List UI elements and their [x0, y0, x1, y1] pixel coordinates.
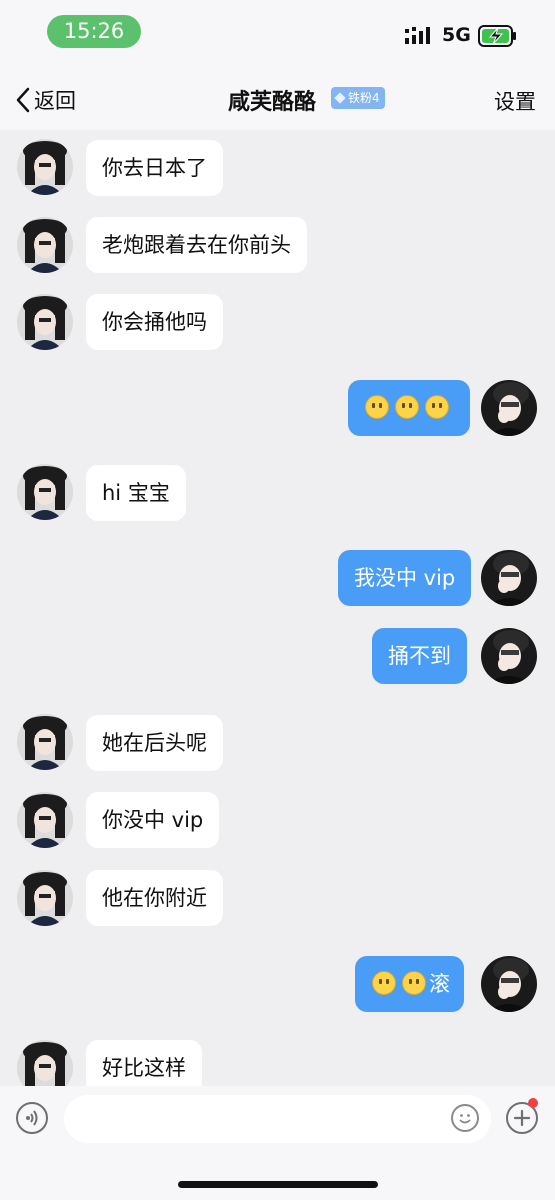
home-indicator[interactable]	[178, 1181, 378, 1188]
chat-title: 咸芙酪酪	[228, 90, 317, 115]
contact-avatar[interactable]	[17, 870, 73, 926]
chevron-left-icon	[16, 87, 30, 113]
chat-screen: 15:26 5G 返回 咸芙酪酪 铁粉4 设置 你去日本了 老炮跟着去在你前头 …	[0, 0, 555, 1200]
emoji-button[interactable]	[451, 1104, 479, 1132]
message-bubble-emoji[interactable]: 滚	[355, 956, 464, 1012]
diamond-icon	[334, 92, 346, 104]
network-type: 5G	[442, 24, 471, 46]
fan-level-label: 铁粉4	[348, 91, 380, 105]
contact-avatar[interactable]	[17, 294, 73, 350]
voice-icon	[26, 1110, 38, 1126]
message-bubble[interactable]: 你会捅他吗	[86, 294, 223, 350]
message-bubble[interactable]: hi 宝宝	[86, 465, 186, 521]
message-bubble-emoji[interactable]	[348, 380, 470, 436]
contact-avatar[interactable]	[17, 217, 73, 273]
status-time: 15:26	[47, 15, 141, 48]
smile-emoji-icon	[425, 395, 449, 419]
nav-bar: 返回 咸芙酪酪 铁粉4 设置	[0, 70, 555, 130]
settings-button[interactable]: 设置	[494, 86, 536, 116]
message-bubble[interactable]: 好比这样	[86, 1040, 202, 1086]
smile-emoji-icon	[372, 971, 396, 995]
smile-emoji-icon	[395, 395, 419, 419]
battery-charging-icon	[478, 25, 516, 47]
my-avatar[interactable]	[481, 628, 537, 684]
contact-avatar[interactable]	[17, 714, 73, 770]
my-avatar[interactable]	[481, 380, 537, 436]
signal-icon	[405, 27, 430, 44]
my-avatar[interactable]	[481, 956, 537, 1012]
emoji-icon	[459, 1114, 471, 1124]
message-bubble[interactable]: 你去日本了	[86, 140, 223, 196]
message-bubble[interactable]: 我没中 vip	[338, 550, 472, 606]
smile-emoji-icon	[402, 971, 426, 995]
message-text: 滚	[429, 972, 450, 996]
back-button[interactable]: 返回	[14, 82, 76, 118]
contact-avatar[interactable]	[17, 464, 73, 520]
message-bubble[interactable]: 你没中 vip	[86, 792, 220, 848]
status-bar: 15:26 5G	[0, 0, 555, 70]
contact-avatar[interactable]	[17, 792, 73, 848]
my-avatar[interactable]	[481, 550, 537, 606]
message-bubble[interactable]: 他在你附近	[86, 870, 223, 926]
notification-dot	[528, 1098, 538, 1108]
contact-avatar[interactable]	[17, 139, 73, 195]
message-list: 你去日本了 老炮跟着去在你前头 你会捅他吗 hi 宝宝 我没中 vip 捅不到	[0, 130, 555, 1086]
message-bubble[interactable]: 捅不到	[372, 628, 467, 684]
plus-icon	[513, 1109, 531, 1127]
message-bubble[interactable]: 她在后头呢	[86, 715, 223, 771]
contact-avatar[interactable]	[17, 1040, 73, 1086]
fan-level-badge: 铁粉4	[331, 87, 385, 109]
smile-emoji-icon	[365, 395, 389, 419]
voice-button[interactable]	[16, 1102, 48, 1134]
back-label: 返回	[34, 89, 76, 113]
message-bubble[interactable]: 老炮跟着去在你前头	[86, 217, 307, 273]
message-input[interactable]	[64, 1095, 491, 1143]
